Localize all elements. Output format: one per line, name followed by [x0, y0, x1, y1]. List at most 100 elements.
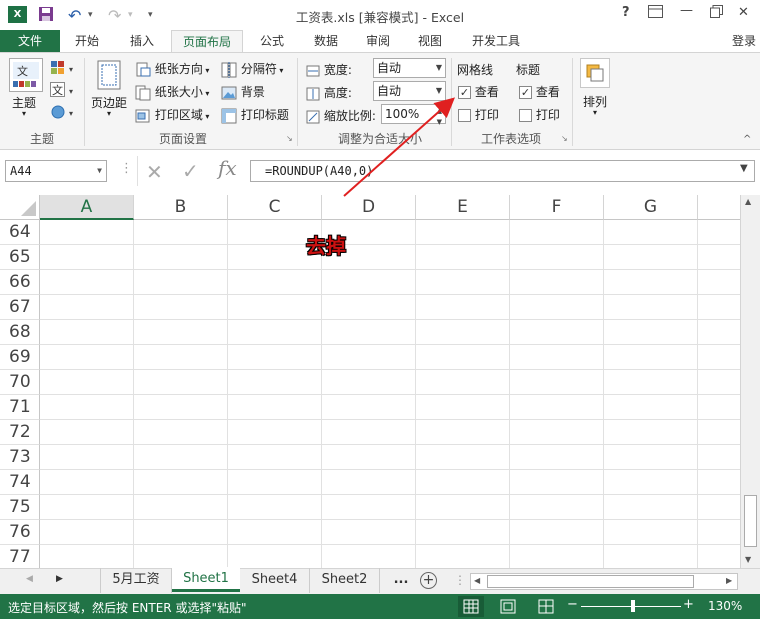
arrange-dropdown-icon[interactable]: ▾ — [593, 108, 597, 117]
close-button[interactable]: ✕ — [738, 5, 749, 20]
restore-button-icon[interactable] — [710, 5, 723, 22]
column-header-g[interactable]: G — [604, 195, 698, 220]
width-select[interactable]: 自动 ▼ — [373, 58, 446, 78]
row-header-65[interactable]: 65 — [0, 245, 40, 270]
row-header-69[interactable]: 69 — [0, 345, 40, 370]
colors-icon[interactable]: ▾ — [50, 60, 78, 79]
zoom-level[interactable]: 130% — [708, 599, 742, 613]
select-all-button[interactable] — [0, 195, 40, 220]
svg-text:▾: ▾ — [69, 109, 73, 118]
row-header-70[interactable]: 70 — [0, 370, 40, 395]
status-message: 选定目标区域，然后按 ENTER 或选择"粘贴" — [8, 601, 247, 615]
column-header-f[interactable]: F — [510, 195, 604, 220]
help-button[interactable]: ? — [622, 5, 630, 20]
row-header-77[interactable]: 77 — [0, 545, 40, 568]
gridlines-print-label: 打印 — [474, 108, 499, 122]
grid-row-line — [40, 394, 740, 395]
print-area-button[interactable]: 打印区域 ▾ — [135, 106, 209, 124]
scroll-left-icon[interactable]: ◀ — [474, 576, 480, 585]
row-header-67[interactable]: 67 — [0, 295, 40, 320]
zoom-in-button[interactable]: + — [683, 597, 694, 612]
tab-file[interactable]: 文件 — [0, 30, 60, 53]
headings-view-checkbox[interactable]: ✓ 查看 — [519, 83, 560, 100]
tab-review[interactable]: 审阅 — [353, 30, 403, 53]
sheet-options-launcher-icon[interactable]: ↘ — [561, 134, 568, 143]
print-titles-button[interactable]: 打印标题 — [221, 106, 289, 124]
zoom-out-button[interactable]: − — [567, 597, 578, 612]
grid-row-line — [40, 269, 740, 270]
themes-dropdown-icon[interactable]: ▾ — [22, 109, 26, 118]
row-header-64[interactable]: 64 — [0, 220, 40, 245]
headings-header: 标题 — [516, 63, 541, 77]
scrollbar-thumb[interactable] — [744, 495, 757, 547]
effects-icon[interactable]: ▾ — [50, 104, 78, 123]
breaks-label: 分隔符 — [240, 62, 277, 76]
zoom-slider-thumb[interactable] — [631, 600, 635, 612]
scroll-down-icon[interactable]: ▼ — [745, 555, 751, 564]
confirm-entry-icon[interactable]: ✓ — [182, 159, 199, 183]
next-sheet-icon[interactable]: ▶ — [56, 574, 63, 584]
row-header-72[interactable]: 72 — [0, 420, 40, 445]
horizontal-scrollbar[interactable]: ◀ ▶ — [470, 573, 738, 590]
column-header-c[interactable]: C — [228, 195, 322, 220]
background-button[interactable]: 背景 — [221, 83, 265, 101]
vertical-scrollbar[interactable]: ▲ ▼ — [740, 195, 760, 568]
tab-developer[interactable]: 开发工具 — [460, 30, 532, 53]
tab-page-layout[interactable]: 页面布局 — [171, 30, 243, 53]
row-header-75[interactable]: 75 — [0, 495, 40, 520]
width-label: 宽度: — [306, 61, 352, 78]
scroll-up-icon[interactable]: ▲ — [745, 197, 751, 206]
margins-dropdown-icon[interactable]: ▾ — [107, 109, 111, 118]
svg-text:▾: ▾ — [69, 65, 73, 74]
tab-home[interactable]: 开始 — [62, 30, 112, 53]
sheet-tab-sheet4[interactable]: Sheet4 — [240, 568, 310, 593]
sheet-tab-sheet1[interactable]: Sheet1 — [172, 567, 240, 592]
size-button[interactable]: 纸张大小 ▾ — [135, 83, 209, 101]
fonts-icon[interactable]: 文 ▾ — [50, 82, 78, 101]
insert-function-button[interactable]: fx — [218, 156, 237, 180]
tab-insert[interactable]: 插入 — [116, 30, 168, 53]
row-header-68[interactable]: 68 — [0, 320, 40, 345]
more-sheets-button[interactable]: ... — [388, 568, 414, 593]
name-box[interactable]: A44 ▼ — [5, 160, 107, 182]
normal-view-icon[interactable] — [458, 596, 484, 617]
row-header-73[interactable]: 73 — [0, 445, 40, 470]
minimize-button[interactable]: — — [680, 3, 693, 18]
margins-icon[interactable] — [97, 60, 123, 93]
ribbon-display-options-icon[interactable] — [648, 5, 663, 22]
row-header-76[interactable]: 76 — [0, 520, 40, 545]
page-setup-launcher-icon[interactable]: ↘ — [286, 134, 293, 143]
annotation-text: 去掉 — [306, 234, 346, 258]
formula-input[interactable]: =ROUNDUP(A40,0) — [250, 160, 755, 182]
worksheet-grid[interactable]: ABCDEFG 64 65 66 67 68 69 70 71 72 73 74 75 76 77 — [0, 195, 740, 568]
tab-view[interactable]: 视图 — [404, 30, 456, 53]
headings-print-checkbox[interactable]: 打印 — [519, 106, 560, 123]
collapse-ribbon-icon[interactable]: ^ — [743, 134, 751, 145]
print-titles-icon — [221, 108, 237, 123]
breaks-button[interactable]: 分隔符 ▾ — [221, 60, 283, 78]
expand-formula-bar-icon[interactable]: ▼ — [740, 163, 748, 174]
sheet-tab-5yue[interactable]: 5月工资 — [100, 568, 172, 593]
scroll-right-icon[interactable]: ▶ — [726, 576, 732, 585]
sheet-tab-sheet2[interactable]: Sheet2 — [310, 568, 380, 593]
row-header-71[interactable]: 71 — [0, 395, 40, 420]
horizontal-scrollbar-thumb[interactable] — [487, 575, 694, 588]
login-link[interactable]: 登录 — [728, 30, 760, 53]
orientation-button[interactable]: 纸张方向 ▾ — [135, 60, 209, 78]
previous-sheet-icon[interactable]: ◀ — [26, 574, 33, 584]
themes-icon[interactable]: 文 — [9, 58, 43, 92]
add-sheet-icon[interactable]: + — [420, 572, 437, 589]
column-header-a[interactable]: A — [40, 195, 134, 220]
page-layout-view-icon[interactable] — [500, 599, 516, 617]
page-break-preview-icon[interactable] — [538, 599, 554, 617]
row-header-66[interactable]: 66 — [0, 270, 40, 295]
group-label-page-setup: 页面设置 — [158, 132, 207, 146]
tab-split-handle-icon[interactable]: ⋮ — [454, 573, 466, 587]
tab-formulas[interactable]: 公式 — [246, 30, 298, 53]
tab-data[interactable]: 数据 — [300, 30, 352, 53]
column-header-b[interactable]: B — [134, 195, 228, 220]
cancel-entry-icon[interactable]: ✕ — [146, 160, 163, 184]
arrange-icon[interactable] — [580, 58, 610, 88]
chevron-down-icon[interactable]: ▼ — [97, 161, 102, 181]
row-header-74[interactable]: 74 — [0, 470, 40, 495]
